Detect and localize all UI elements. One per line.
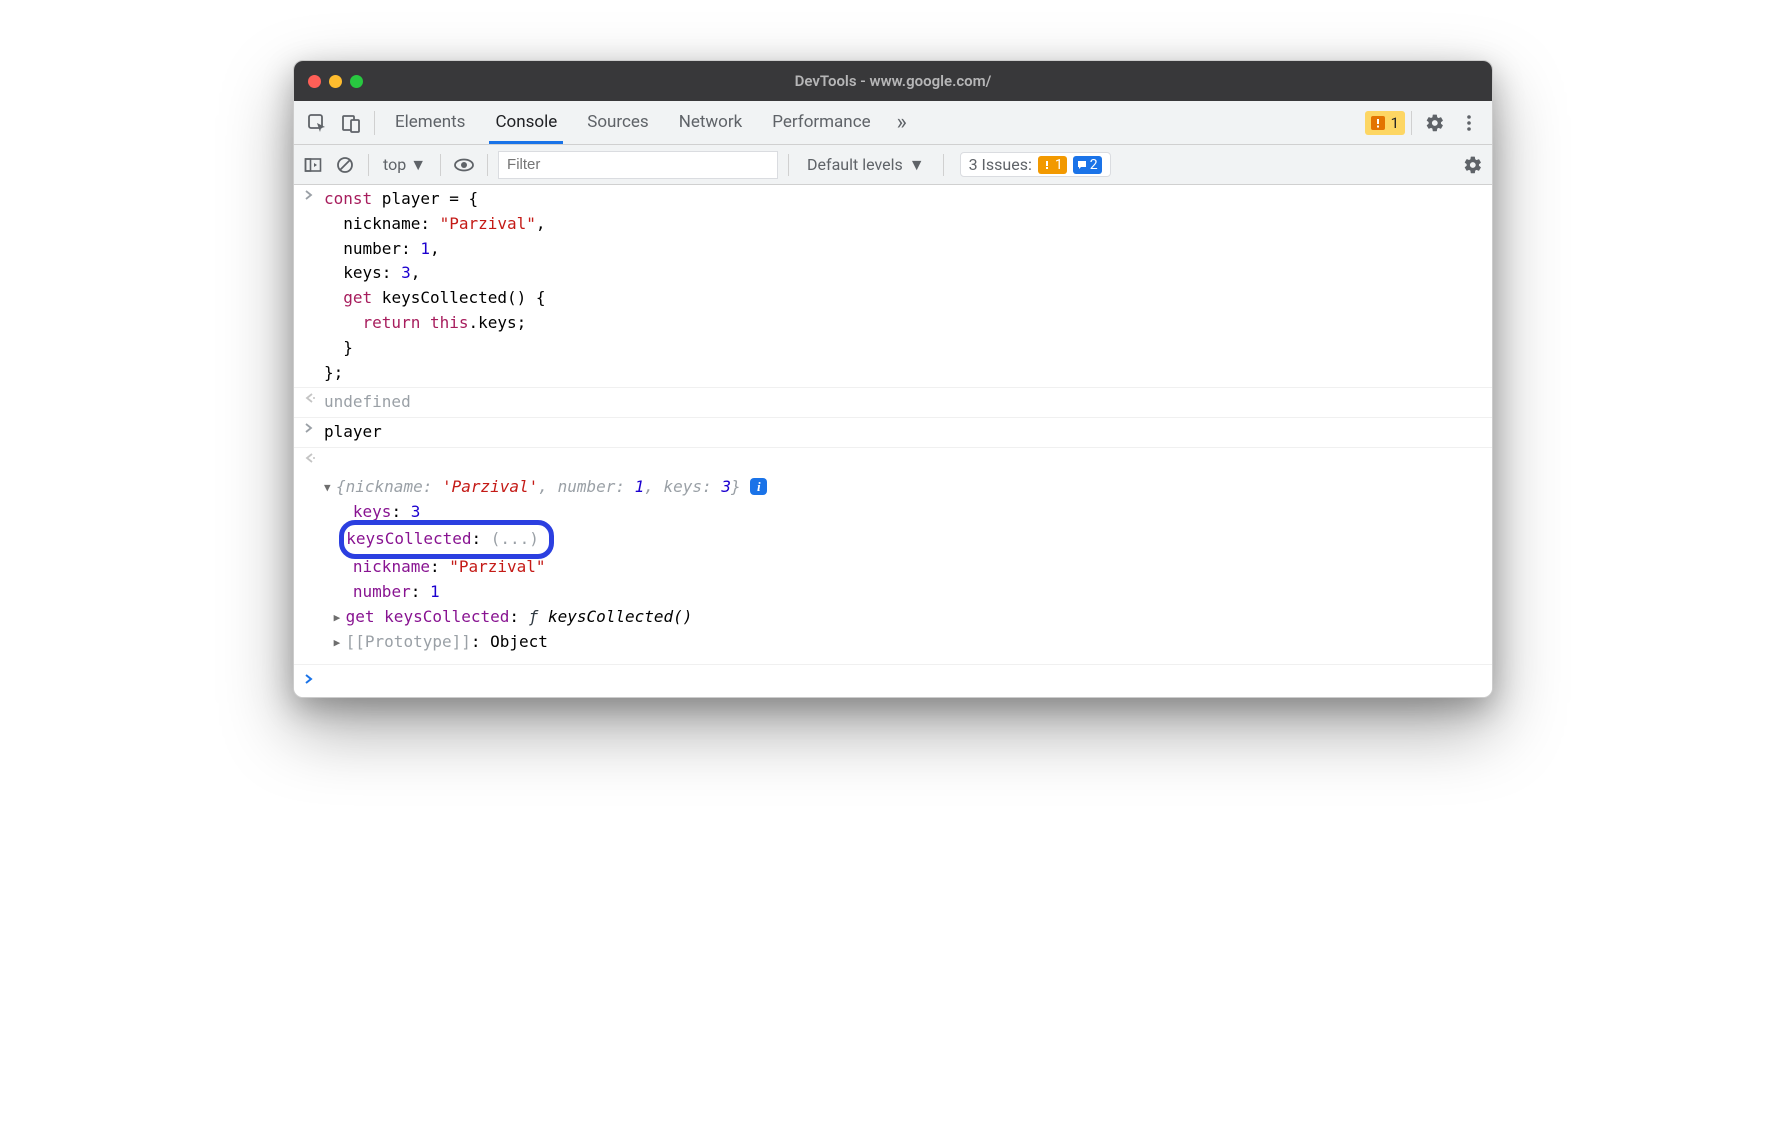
function-icon: ƒ [529,607,539,626]
input-chevron-icon [304,187,324,385]
close-window-button[interactable] [308,75,321,88]
console-input-row[interactable]: player [294,418,1492,448]
collapse-toggle-icon[interactable]: ▼ [324,479,336,496]
info-icon[interactable]: i [750,478,767,495]
log-levels-selector[interactable]: Default levels ▼ [799,155,933,175]
prompt-chevron-icon [304,671,324,685]
property-key[interactable]: number [353,582,411,601]
console-output-row: ▼{nickname: 'Parzival', number: 1, keys:… [294,448,1492,664]
titlebar: DevTools - www.google.com/ [294,61,1492,101]
expand-toggle-icon[interactable]: ▶ [334,609,346,626]
property-value: 1 [430,582,440,601]
panel-tabs: Elements Console Sources Network Perform… [381,102,885,144]
warning-icon [1042,160,1052,170]
more-tabs-icon[interactable]: » [888,109,916,137]
expand-toggle-icon[interactable]: ▶ [334,634,346,651]
tab-elements[interactable]: Elements [389,102,471,144]
property-key[interactable]: [[Prototype]] [346,632,471,651]
warning-icon [1371,116,1385,130]
output-chevron-icon [304,450,324,654]
device-toolbar-icon[interactable] [337,109,365,137]
window-controls [294,75,363,88]
property-value: keysCollected() [538,607,692,626]
tab-sources[interactable]: Sources [581,102,654,144]
chevron-down-icon: ▼ [410,155,426,175]
tab-console[interactable]: Console [489,102,563,144]
separator [368,154,369,176]
context-label: top [383,155,406,174]
window-title: DevTools - www.google.com/ [294,72,1492,90]
issues-info-badge: 2 [1073,156,1102,174]
settings-icon[interactable] [1421,109,1449,137]
clear-console-icon[interactable] [332,152,358,178]
undefined-output: undefined [324,390,1482,415]
live-expression-icon[interactable] [451,152,477,178]
separator [1411,111,1412,135]
output-chevron-icon [304,390,324,415]
warnings-count: 1 [1391,114,1399,132]
property-key[interactable]: keys [353,502,392,521]
issues-button[interactable]: 3 Issues: 1 2 [960,152,1111,177]
warnings-badge[interactable]: 1 [1365,111,1405,135]
property-value: 3 [411,502,421,521]
levels-label: Default levels [807,155,903,174]
tab-network[interactable]: Network [673,102,749,144]
separator [487,154,488,176]
tab-performance[interactable]: Performance [766,102,876,144]
chevron-down-icon: ▼ [909,155,925,175]
devtools-window: DevTools - www.google.com/ Elements Cons… [293,60,1493,698]
console-settings-icon[interactable] [1460,152,1486,178]
property-key[interactable]: nickname [353,557,430,576]
issues-label: 3 Issues: [969,155,1032,174]
separator [374,111,375,135]
message-icon [1077,160,1087,170]
toggle-sidebar-icon[interactable] [300,152,326,178]
kebab-menu-icon[interactable] [1455,109,1483,137]
invoke-getter[interactable]: (...) [491,529,539,548]
code-content: const player = { nickname: "Parzival", n… [324,187,1482,385]
main-tabs-bar: Elements Console Sources Network Perform… [294,101,1492,145]
code-content: player [324,420,1482,445]
console-prompt[interactable] [294,664,1492,697]
filter-input[interactable] [498,151,778,179]
inspect-element-icon[interactable] [303,109,331,137]
separator [943,154,944,176]
property-value: "Parzival" [449,557,545,576]
property-key[interactable]: get keysCollected [346,607,510,626]
input-chevron-icon [304,420,324,445]
separator [788,154,789,176]
execution-context-selector[interactable]: top ▼ [379,155,430,175]
console-log-area: const player = { nickname: "Parzival", n… [294,185,1492,697]
minimize-window-button[interactable] [329,75,342,88]
console-output-row: undefined [294,388,1492,418]
highlighted-getter: keysCollected: (...) [339,520,554,559]
property-key[interactable]: keysCollected [346,529,471,548]
maximize-window-button[interactable] [350,75,363,88]
console-toolbar: top ▼ Default levels ▼ 3 Issues: 1 2 [294,145,1492,185]
prompt-input[interactable] [324,671,1482,685]
object-output: ▼{nickname: 'Parzival', number: 1, keys:… [324,450,1482,654]
separator [440,154,441,176]
console-input-row[interactable]: const player = { nickname: "Parzival", n… [294,185,1492,388]
property-value: Object [490,632,548,651]
issues-warn-badge: 1 [1038,156,1067,174]
